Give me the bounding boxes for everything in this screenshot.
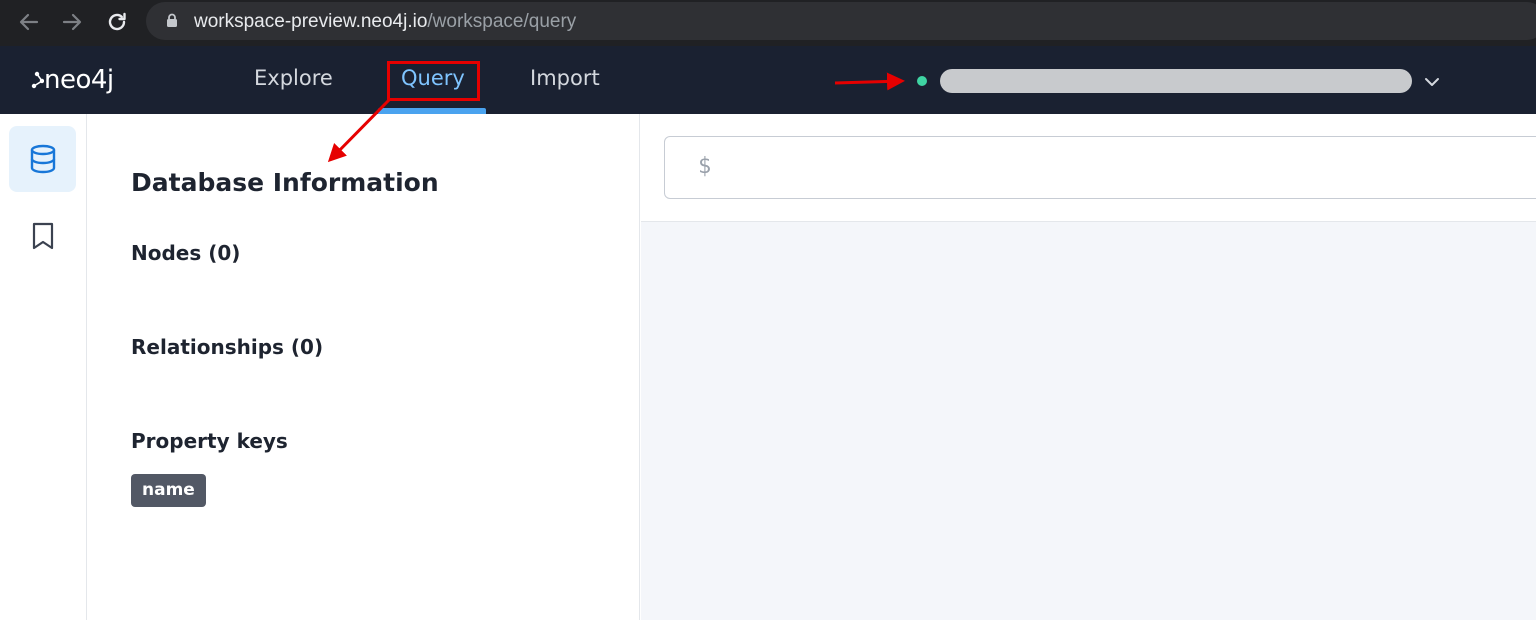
annotation-highlight-box (387, 61, 480, 101)
forward-arrow-icon (62, 13, 82, 31)
relationships-label: Relationships (0) (131, 335, 324, 359)
lock-icon (167, 13, 177, 27)
chevron-down-icon[interactable] (1421, 71, 1443, 93)
browser-toolbar: workspace-preview.neo4j.io/workspace/que… (0, 0, 1536, 46)
back-button[interactable] (14, 8, 44, 36)
rail-database-button[interactable] (9, 126, 76, 192)
reload-icon (108, 12, 126, 31)
address-bar[interactable]: workspace-preview.neo4j.io/workspace/que… (146, 2, 1536, 40)
neo4j-logo[interactable]: neo4j (30, 62, 114, 98)
nav-import[interactable]: Import (530, 66, 600, 90)
query-prompt: $ (698, 154, 712, 179)
reload-button[interactable] (102, 8, 132, 36)
connection-status-dot (917, 76, 927, 86)
database-icon (30, 144, 55, 174)
cypher-query-editor[interactable]: $ (664, 136, 1536, 199)
property-key-chip[interactable]: name (131, 474, 206, 507)
query-area: $ (641, 114, 1536, 620)
nodes-label: Nodes (0) (131, 241, 241, 265)
panel-title: Database Information (131, 168, 439, 197)
url-path: /workspace/query (427, 11, 577, 32)
editor-strip: $ (641, 114, 1536, 222)
side-rail (0, 114, 87, 620)
logo-graph-icon (31, 71, 44, 89)
bookmark-icon (32, 222, 53, 250)
nav-explore[interactable]: Explore (254, 66, 333, 90)
database-info-panel: Database Information Nodes (0) Relations… (88, 114, 640, 620)
url-text: workspace-preview.neo4j.io/workspace/que… (194, 11, 576, 33)
database-selector[interactable] (940, 69, 1412, 93)
rail-bookmark-button[interactable] (9, 203, 76, 269)
logo-text: neo4j (44, 65, 114, 95)
property-keys-label: Property keys (131, 429, 288, 453)
url-host: workspace-preview.neo4j.io (194, 11, 428, 32)
back-arrow-icon (19, 13, 39, 31)
forward-button[interactable] (57, 8, 87, 36)
